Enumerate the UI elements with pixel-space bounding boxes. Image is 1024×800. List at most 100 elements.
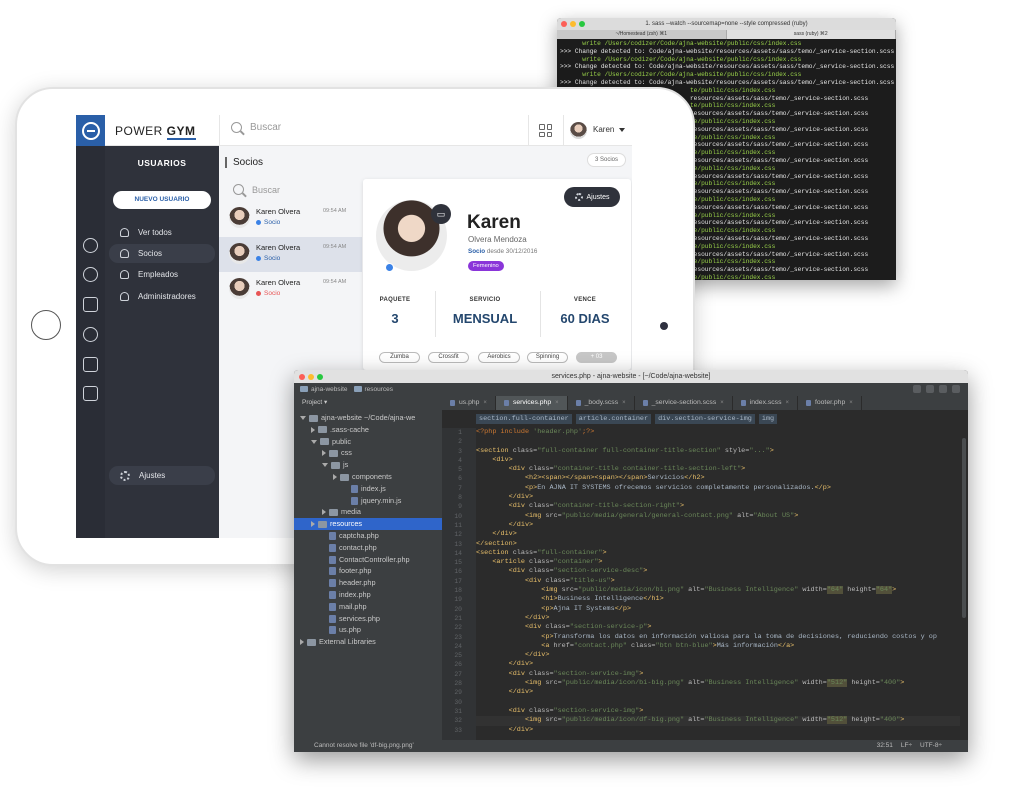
tree-item[interactable]: css (322, 447, 352, 459)
tree-item[interactable]: jquery.min.js (344, 495, 401, 507)
maximize-icon[interactable] (317, 373, 323, 380)
chevron-down-icon[interactable] (311, 439, 317, 444)
user-name[interactable]: Karen (593, 125, 614, 134)
bag-icon[interactable] (83, 357, 98, 372)
editor-tab[interactable]: _service-section.scss × (635, 396, 733, 410)
code-line[interactable]: <a href="contact.php" class="btn btn-blu… (476, 642, 960, 651)
code-line[interactable] (476, 437, 960, 446)
close-tab-icon[interactable]: × (483, 396, 487, 410)
chevron-right-icon[interactable] (311, 426, 315, 433)
tree-item[interactable]: External Libraries (300, 636, 376, 648)
sidebar-item-socios[interactable]: Socios (109, 244, 215, 263)
code-line[interactable]: </div> (476, 493, 960, 502)
close-icon[interactable] (299, 373, 305, 380)
search-icon[interactable] (952, 385, 960, 393)
tree-item[interactable]: ajna-website ~/Code/ajna-we (300, 412, 415, 424)
settings-button[interactable]: Ajustes (109, 466, 215, 485)
new-user-button[interactable]: NUEVO USUARIO (113, 191, 211, 209)
code-line[interactable]: <img src="public/media/icon/df-big.png" … (476, 716, 960, 726)
tree-item[interactable]: resources (294, 518, 442, 531)
avatar[interactable] (570, 122, 587, 139)
code-line[interactable]: <?php include 'header.php';?> (476, 428, 960, 437)
code-crumb[interactable]: section.full-container (476, 414, 572, 424)
editor-tab[interactable]: us.php × (442, 396, 496, 410)
activity-chip[interactable]: Aerobics (478, 352, 520, 363)
code-line[interactable]: <div class="section-service-p"> (476, 623, 960, 632)
code-crumb[interactable]: img (758, 414, 778, 424)
code-line[interactable]: </section> (476, 540, 960, 549)
chevron-right-icon[interactable] (333, 474, 337, 480)
code-line[interactable]: <img src="public/media/icon/bi.png" alt=… (476, 586, 960, 595)
list-item[interactable]: Karen Olvera 09:54 AM Socio (219, 272, 362, 307)
code-line[interactable] (476, 698, 960, 707)
tree-item[interactable]: footer.php (322, 565, 371, 577)
tree-item[interactable]: ContactController.php (322, 554, 410, 566)
editor-tab[interactable]: index.scss × (733, 396, 798, 410)
search-input[interactable]: Buscar (231, 122, 281, 133)
run-icon[interactable] (913, 385, 921, 393)
activity-chip[interactable]: Crossfit (428, 352, 469, 363)
code-line[interactable]: <div class="title-us"> (476, 577, 960, 586)
close-tab-icon[interactable]: × (555, 396, 559, 410)
editor-tab[interactable]: _body.scss × (568, 396, 635, 410)
close-icon[interactable] (561, 21, 567, 27)
more-activities-chip[interactable]: + 03 (576, 352, 617, 363)
code-line[interactable]: <div> (476, 456, 960, 465)
code-line[interactable]: <div class="container-title container-ti… (476, 465, 960, 474)
chevron-right-icon[interactable] (322, 450, 326, 457)
close-tab-icon[interactable]: × (622, 396, 626, 410)
tree-item[interactable]: public (311, 436, 351, 448)
terminal-tab[interactable]: sass (ruby) ⌘2 (726, 30, 896, 39)
line-ending[interactable]: LF÷ (901, 740, 912, 752)
code-line[interactable]: <div class="container-title-section-righ… (476, 502, 960, 511)
code-line[interactable]: </div> (476, 688, 960, 697)
code-line[interactable]: <div class="section-service-img"> (476, 670, 960, 679)
activity-chip[interactable]: Spinning (527, 352, 568, 363)
terminal-tab[interactable]: ~/Homestead (zsh) ⌘1 (557, 30, 727, 39)
sidebar-item-ver-todos[interactable]: Ver todos (109, 223, 215, 242)
chevron-right-icon[interactable] (322, 509, 326, 516)
clock-icon[interactable] (83, 238, 98, 253)
code-line[interactable]: </div> (476, 530, 960, 539)
apps-grid-icon[interactable] (539, 124, 552, 137)
encoding[interactable]: UTF-8÷ (920, 740, 942, 752)
activity-chip[interactable]: Zumba (379, 352, 420, 363)
sidebar-item-administradores[interactable]: Administradores (109, 287, 215, 306)
code-crumb[interactable]: article.container (575, 414, 652, 424)
tree-item[interactable]: components (333, 471, 392, 483)
project-dropdown[interactable]: Project ▾ (294, 396, 442, 410)
nav-crumb[interactable]: resources (353, 383, 393, 396)
tree-item[interactable]: js (322, 459, 348, 471)
sliders-icon[interactable] (83, 386, 98, 401)
code-line[interactable]: <h2><span></span><span></span>Servicios<… (476, 474, 960, 483)
chat-icon[interactable] (83, 297, 98, 312)
chevron-down-icon[interactable] (619, 128, 625, 132)
chevron-right-icon[interactable] (311, 521, 315, 528)
code-line[interactable]: </div> (476, 614, 960, 623)
close-tab-icon[interactable]: × (720, 396, 724, 410)
code-line[interactable]: </div> (476, 726, 960, 735)
editor-tab[interactable]: services.php × (495, 396, 568, 410)
code-crumb[interactable]: div.section-service-img (655, 414, 755, 424)
code-line[interactable]: <section class="full-container"> (476, 549, 960, 558)
cursor-position[interactable]: 32:51 (877, 740, 893, 752)
code-line[interactable]: <p>Ajna IT Systems</p> (476, 605, 960, 614)
code-line[interactable]: <img src="public/media/icon/bi-big.png" … (476, 679, 960, 688)
code-line[interactable]: <article class="container"> (476, 558, 960, 567)
code-line[interactable]: </div> (476, 521, 960, 530)
minimize-icon[interactable] (570, 21, 576, 27)
tree-item[interactable]: us.php (322, 624, 361, 636)
editor-tab[interactable]: footer.php × (798, 396, 862, 410)
stop-icon[interactable] (939, 385, 947, 393)
code-line[interactable]: <div class="section-service-img"> (476, 707, 960, 716)
chevron-right-icon[interactable] (300, 639, 304, 646)
code-line[interactable]: <p>Transforma los datos en información v… (476, 633, 960, 642)
chat-icon[interactable]: ▭ (431, 204, 451, 224)
tree-item[interactable]: mail.php (322, 601, 367, 613)
chevron-down-icon[interactable] (322, 463, 328, 468)
code-line[interactable]: </div> (476, 660, 960, 669)
code-line[interactable]: <p>En AJNA IT SYSTEMS ofrecemos servicio… (476, 484, 960, 493)
tree-item[interactable]: index.js (344, 483, 386, 495)
code-line[interactable]: <div class="section-service-desc"> (476, 567, 960, 576)
code-line[interactable]: <img src="public/media/general/general-c… (476, 512, 960, 521)
